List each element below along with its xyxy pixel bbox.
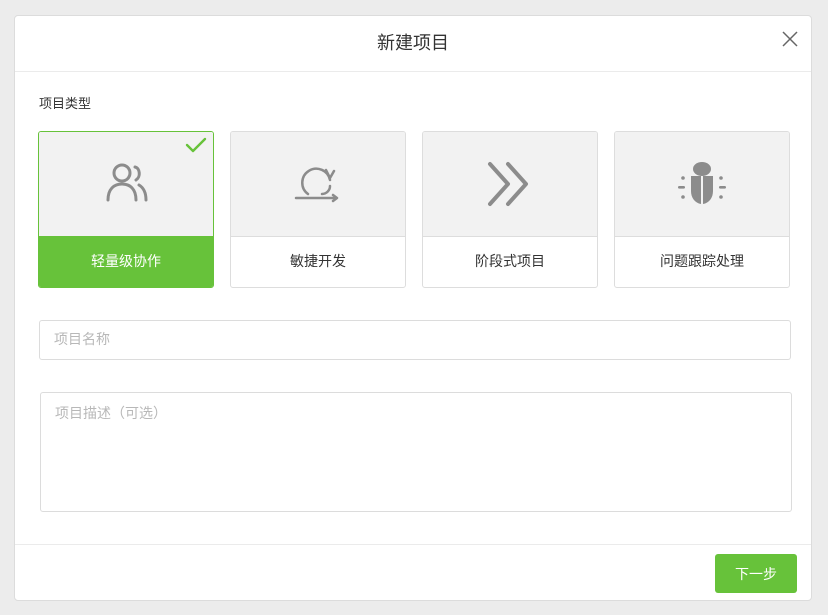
project-type-card-agile[interactable]: 敏捷开发 [230,131,406,288]
close-icon [782,31,798,47]
new-project-dialog: 新建项目 项目类型 轻量级协作 敏捷开发 阶段式项目 问题跟踪处理 项目名称 项… [14,15,812,601]
project-type-card-issue-tracking[interactable]: 问题跟踪处理 [614,131,790,288]
card-icon-area [231,132,405,237]
double-chevron-right-icon [488,162,528,206]
checkmark-icon [185,137,207,153]
bug-icon [678,162,726,204]
card-label: 轻量级协作 [39,237,213,287]
project-name-input[interactable] [39,320,791,360]
sprint-cycle-icon [294,167,339,203]
dialog-header: 新建项目 [15,16,811,72]
dialog-title: 新建项目 [377,33,449,54]
card-label: 问题跟踪处理 [660,254,744,270]
close-button[interactable] [781,30,799,48]
next-button[interactable]: 下一步 [715,554,797,593]
project-type-card-lightweight[interactable]: 轻量级协作 [38,131,214,288]
card-label: 阶段式项目 [475,254,545,270]
card-icon-area [615,132,789,237]
card-label: 敏捷开发 [290,254,346,270]
dialog-footer: 下一步 [15,544,811,600]
users-icon [106,163,148,202]
project-type-card-phased[interactable]: 阶段式项目 [422,131,598,288]
project-description-input[interactable] [40,392,792,512]
card-icon-area [423,132,597,237]
project-type-label: 项目类型 [39,97,92,112]
